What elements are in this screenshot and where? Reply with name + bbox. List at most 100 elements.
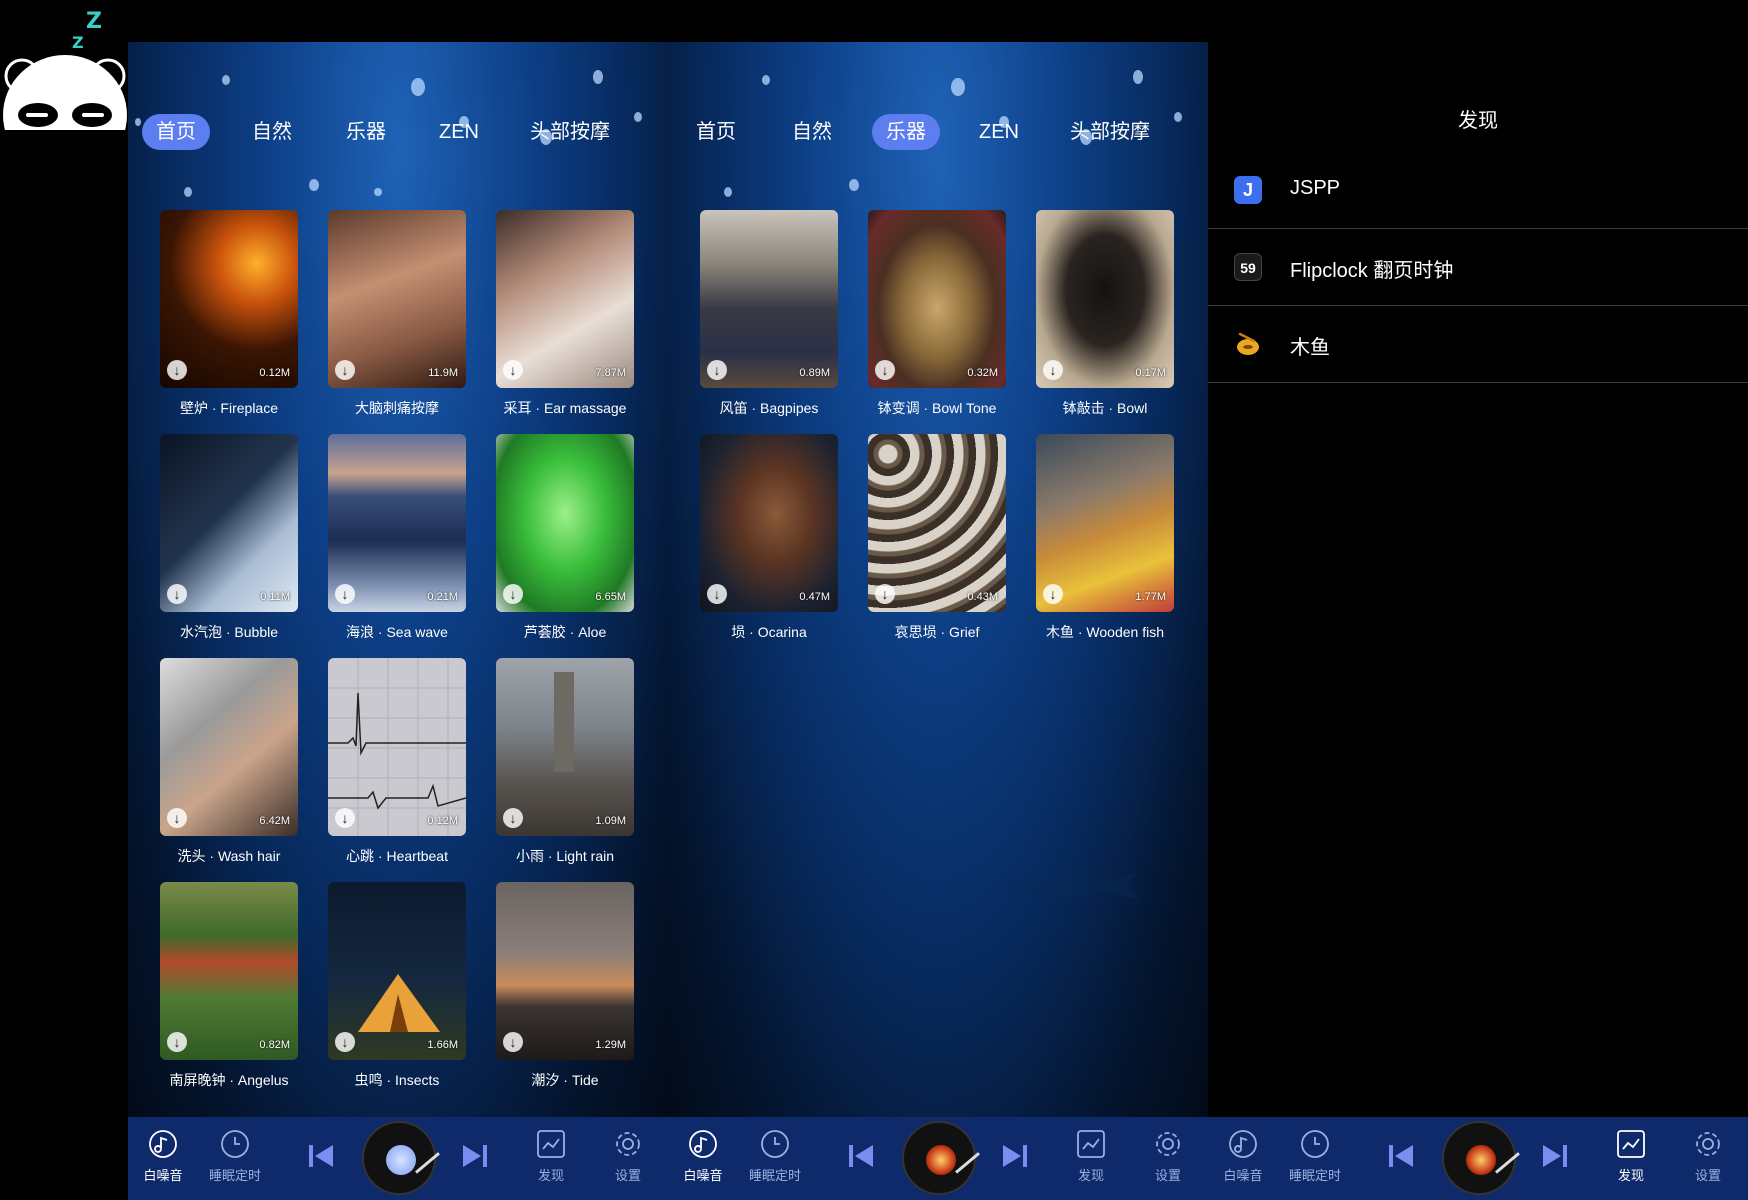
file-size: 0.17M (1135, 367, 1166, 379)
sound-card-light-rain[interactable]: ↓ 1.09M 小雨 · Light rain (496, 658, 634, 866)
tab-head-massage[interactable]: 头部按摩 (516, 114, 624, 150)
download-icon[interactable]: ↓ (167, 1032, 187, 1052)
sound-card-bowl-tone[interactable]: ↓ 0.32M 钵变调 · Bowl Tone (868, 210, 1006, 418)
nav-label: 睡眠定时 (1288, 1168, 1341, 1183)
sound-card-aloe[interactable]: ↓ 6.65M 芦荟胶 · Aloe (496, 434, 634, 642)
discover-item-flipclock[interactable]: 59 Flipclock 翻页时钟 (1208, 229, 1748, 306)
sound-card-wash-hair[interactable]: ↓ 6.42M 洗头 · Wash hair (160, 658, 298, 866)
nav-white-noise[interactable]: 白噪音 (668, 1129, 738, 1184)
sound-card-bowl[interactable]: ↓ 0.17M 钵敲击 · Bowl (1036, 210, 1174, 418)
nav-sleep-timer[interactable]: 睡眠定时 (200, 1129, 270, 1184)
card-label: 木鱼 · Wooden fish (1045, 624, 1164, 640)
sound-card-insects[interactable]: ↓ 1.66M 虫鸣 · Insects (328, 882, 466, 1090)
disc-art (926, 1145, 956, 1175)
download-icon[interactable]: ↓ (707, 360, 727, 380)
card-label: 海浪 · Sea wave (346, 624, 448, 640)
nav-white-noise[interactable]: 白噪音 (128, 1129, 198, 1184)
download-icon[interactable]: ↓ (335, 808, 355, 828)
bagpipes-image: ↓ 0.89M (700, 210, 838, 388)
tab-home[interactable]: 首页 (142, 114, 210, 150)
instruments-panel: 首页 自然 乐器 ZEN 头部按摩 ↓ 0.89M 风笛 · Bagpipes … (668, 42, 1208, 1117)
sound-card-brain-tingle[interactable]: ↓ 11.9M 大脑刺痛按摩 (328, 210, 466, 418)
flipclock-icon: 59 (1234, 253, 1262, 281)
download-icon[interactable]: ↓ (503, 584, 523, 604)
discover-item-wooden-fish[interactable]: 木鱼 (1208, 306, 1748, 383)
tab-zen[interactable]: ZEN (965, 114, 1033, 150)
tab-nature[interactable]: 自然 (778, 114, 846, 150)
sound-card-wooden-fish[interactable]: ↓ 1.77M 木鱼 · Wooden fish (1036, 434, 1174, 642)
card-label: 钵敲击 · Bowl (1062, 400, 1148, 416)
sound-card-sea-wave[interactable]: ↓ 0.21M 海浪 · Sea wave (328, 434, 466, 642)
sound-card-grief[interactable]: ↓ 0.43M 哀思埙 · Grief (868, 434, 1006, 642)
download-icon[interactable]: ↓ (167, 584, 187, 604)
tab-zen[interactable]: ZEN (425, 114, 493, 150)
file-size: 11.9M (428, 367, 458, 379)
tab-instruments[interactable]: 乐器 (872, 114, 940, 150)
sound-card-angelus[interactable]: ↓ 0.82M 南屏晚钟 · Angelus (160, 882, 298, 1090)
sound-card-heartbeat[interactable]: ↓ 0.12M 心跳 · Heartbeat (328, 658, 466, 866)
download-icon[interactable]: ↓ (335, 584, 355, 604)
tab-head-massage[interactable]: 头部按摩 (1056, 114, 1164, 150)
tonearm (955, 1152, 980, 1174)
download-icon[interactable]: ↓ (875, 360, 895, 380)
sound-card-ocarina[interactable]: ↓ 0.47M 埙 · Ocarina (700, 434, 838, 642)
sound-card-bubble[interactable]: ↓ 0.11M 水汽泡 · Bubble (160, 434, 298, 642)
category-tabs: 首页 自然 乐器 ZEN 头部按摩 (142, 114, 662, 154)
tab-home[interactable]: 首页 (682, 114, 750, 150)
previous-icon[interactable] (846, 1141, 876, 1171)
download-icon[interactable]: ↓ (503, 360, 523, 380)
next-icon[interactable] (1000, 1141, 1030, 1171)
nav-label: 发现 (1077, 1168, 1104, 1183)
bottom-nav-bar: 白噪音 睡眠定时 发现 设置 (668, 1117, 1208, 1200)
now-playing-disc[interactable] (902, 1121, 980, 1195)
wooden-fish-image: ↓ 1.77M (1036, 434, 1174, 612)
nav-settings[interactable]: 设置 (1673, 1129, 1743, 1184)
trend-chart-icon (537, 1130, 565, 1158)
now-playing-disc[interactable] (362, 1121, 440, 1195)
download-icon[interactable]: ↓ (707, 584, 727, 604)
previous-icon[interactable] (306, 1141, 336, 1171)
next-icon[interactable] (1540, 1141, 1570, 1171)
download-icon[interactable]: ↓ (875, 584, 895, 604)
now-playing-disc[interactable] (1442, 1121, 1520, 1195)
download-icon[interactable]: ↓ (503, 808, 523, 828)
download-icon[interactable]: ↓ (167, 808, 187, 828)
nav-white-noise[interactable]: 白噪音 (1208, 1129, 1278, 1184)
discover-panel: 发现 J JSPP 59 Flipclock 翻页时钟 木鱼 (1208, 0, 1748, 1118)
download-icon[interactable]: ↓ (167, 360, 187, 380)
tab-instruments[interactable]: 乐器 (332, 114, 400, 150)
sound-card-bagpipes[interactable]: ↓ 0.89M 风笛 · Bagpipes (700, 210, 838, 418)
nav-discover[interactable]: 发现 (1596, 1129, 1666, 1184)
next-icon[interactable] (460, 1141, 490, 1171)
nav-label: 发现 (1617, 1168, 1644, 1183)
nav-settings[interactable]: 设置 (593, 1129, 663, 1184)
bottom-nav-bar: 白噪音 睡眠定时 发现 设置 (1208, 1117, 1748, 1200)
bowl-image: ↓ 0.17M (1036, 210, 1174, 388)
sound-card-fireplace[interactable]: ↓ 0.12M 壁炉 · Fireplace (160, 210, 298, 418)
download-icon[interactable]: ↓ (335, 1032, 355, 1052)
tab-nature[interactable]: 自然 (238, 114, 306, 150)
sound-card-tide[interactable]: ↓ 1.29M 潮汐 · Tide (496, 882, 634, 1090)
nav-discover[interactable]: 发现 (516, 1129, 586, 1184)
discover-item-jspp[interactable]: J JSPP (1208, 152, 1748, 229)
nav-discover[interactable]: 发现 (1056, 1129, 1126, 1184)
nav-sleep-timer[interactable]: 睡眠定时 (1280, 1129, 1350, 1184)
file-size: 1.09M (595, 815, 626, 827)
card-label: 采耳 · Ear massage (503, 400, 627, 416)
download-icon[interactable]: ↓ (503, 1032, 523, 1052)
nav-sleep-timer[interactable]: 睡眠定时 (740, 1129, 810, 1184)
trend-chart-icon (1077, 1130, 1105, 1158)
previous-icon[interactable] (1386, 1141, 1416, 1171)
download-icon[interactable]: ↓ (1043, 584, 1063, 604)
sound-card-ear-massage[interactable]: ↓ 7.87M 采耳 · Ear massage (496, 210, 634, 418)
home-panel: 首页 自然 乐器 ZEN 头部按摩 ↓ 0.12M 壁炉 · Fireplace… (128, 42, 668, 1117)
nav-settings[interactable]: 设置 (1133, 1129, 1203, 1184)
file-size: 1.77M (1135, 591, 1166, 603)
download-icon[interactable]: ↓ (1043, 360, 1063, 380)
file-size: 0.12M (259, 367, 290, 379)
download-icon[interactable]: ↓ (335, 360, 355, 380)
ocarina-image: ↓ 0.47M (700, 434, 838, 612)
file-size: 0.43M (967, 591, 998, 603)
file-size: 6.65M (595, 591, 626, 603)
wash-hair-image: ↓ 6.42M (160, 658, 298, 836)
